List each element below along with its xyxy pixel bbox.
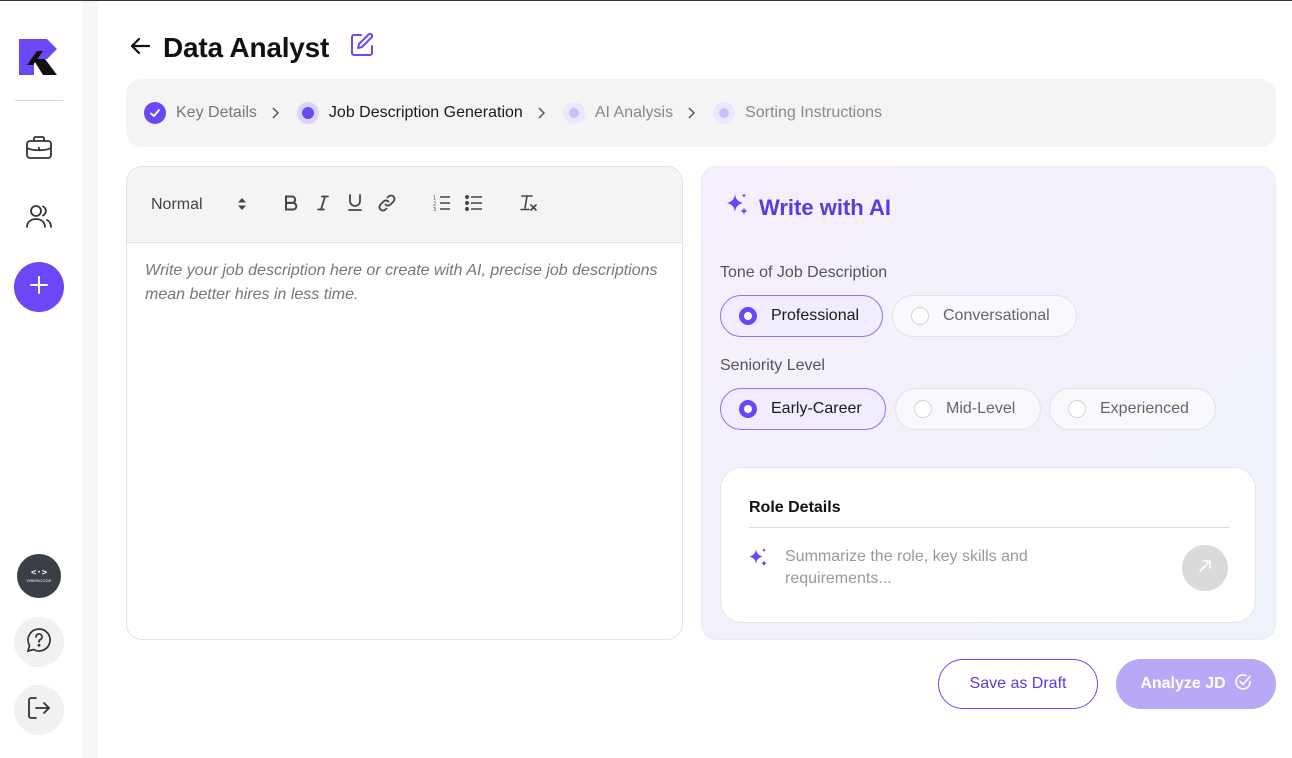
sparkle-icon <box>724 192 759 224</box>
role-details-title: Role Details <box>749 499 841 516</box>
ordered-list-icon: 123 <box>433 195 451 216</box>
arrow-left-icon <box>128 34 152 63</box>
format-select[interactable]: Normal <box>151 193 251 217</box>
step-label: Job Description Generation <box>328 104 523 121</box>
step-pending-dot <box>713 102 736 124</box>
bullet-list-button[interactable] <box>464 193 484 217</box>
chevron-right-icon <box>537 107 545 119</box>
seniority-option-label: Experienced <box>1100 400 1189 417</box>
underline-button[interactable] <box>346 193 364 217</box>
page-title: Data Analyst <box>163 32 330 63</box>
sidebar-gutter <box>82 1 98 758</box>
step-sorting-instructions[interactable]: Sorting Instructions <box>713 102 882 124</box>
italic-icon <box>317 195 329 216</box>
job-description-editor: Normal 123 Write your job description he… <box>126 166 683 640</box>
sidebar-item-jobs[interactable] <box>22 133 56 167</box>
seniority-option-mid-level[interactable]: Mid-Level <box>895 388 1041 430</box>
edit-title-button[interactable] <box>348 32 376 63</box>
help-chat-icon <box>26 627 52 658</box>
bold-button[interactable] <box>282 193 300 217</box>
seniority-option-label: Mid-Level <box>946 400 1016 417</box>
link-icon <box>378 194 396 217</box>
radio-icon <box>1068 400 1086 418</box>
analyze-jd-button[interactable]: Analyze JD <box>1116 659 1276 709</box>
tone-option-label: Conversational <box>943 307 1050 324</box>
select-arrows-icon <box>237 197 247 216</box>
tone-label: Tone of Job Description <box>720 264 888 281</box>
avatar[interactable]: <·> VIBENCODE <box>17 554 61 598</box>
sidebar-item-candidates[interactable] <box>22 201 56 235</box>
editor-textarea[interactable]: Write your job description here or creat… <box>127 243 682 323</box>
arrow-up-right-icon <box>1198 559 1212 578</box>
progress-stepper: Key Details Job Description Generation A… <box>126 79 1276 147</box>
seniority-option-early-career[interactable]: Early-Career <box>720 388 886 430</box>
bullet-list-icon <box>464 194 483 216</box>
add-job-button[interactable] <box>14 262 64 312</box>
underline-icon <box>348 194 362 216</box>
sidebar: <·> VIBENCODE <box>0 1 78 758</box>
check-circle-icon <box>1226 673 1252 696</box>
radio-selected-icon <box>739 307 757 325</box>
check-icon <box>144 102 166 124</box>
editor-toolbar: Normal 123 <box>127 167 682 243</box>
ai-panel-title: Write with AI <box>724 192 891 224</box>
sparkle-icon <box>747 547 769 574</box>
ai-title-text: Write with AI <box>759 195 891 220</box>
help-button[interactable] <box>14 617 64 667</box>
save-as-draft-button[interactable]: Save as Draft <box>938 659 1098 709</box>
step-job-description[interactable]: Job Description Generation <box>296 102 523 124</box>
step-label: AI Analysis <box>594 104 674 121</box>
step-label: Key Details <box>176 104 257 121</box>
role-details-card: Role Details Summarize the role, key ski… <box>720 467 1256 623</box>
step-active-dot <box>296 102 319 124</box>
bold-icon <box>284 195 298 216</box>
tone-option-professional[interactable]: Professional <box>720 295 883 337</box>
write-with-ai-panel: Write with AI Tone of Job Description Pr… <box>701 166 1276 640</box>
avatar-brand-text: VIBENCODE <box>26 578 52 583</box>
radio-icon <box>911 307 929 325</box>
app-logo[interactable] <box>17 37 59 77</box>
seniority-option-label: Early-Career <box>771 400 862 417</box>
clear-format-icon <box>520 194 538 217</box>
chevron-right-icon <box>687 107 696 119</box>
tone-option-label: Professional <box>771 307 860 324</box>
svg-text:3: 3 <box>433 207 436 211</box>
analyze-jd-label: Analyze JD <box>1140 675 1226 692</box>
role-details-input[interactable]: Summarize the role, key skills and requi… <box>785 546 1105 590</box>
step-ai-analysis[interactable]: AI Analysis <box>562 102 674 124</box>
tone-option-conversational[interactable]: Conversational <box>892 295 1077 337</box>
generate-button[interactable] <box>1182 545 1228 591</box>
ordered-list-button[interactable]: 123 <box>432 193 452 217</box>
briefcase-icon <box>25 135 53 166</box>
step-key-details[interactable]: Key Details <box>144 102 257 124</box>
role-details-divider <box>749 527 1229 528</box>
logout-icon <box>26 695 52 726</box>
avatar-logo-text: <·> <box>30 568 48 578</box>
plus-icon <box>29 275 49 300</box>
edit-icon <box>349 32 375 63</box>
chevron-right-icon <box>271 107 279 119</box>
step-label: Sorting Instructions <box>745 104 883 121</box>
radio-selected-icon <box>739 400 757 418</box>
step-pending-dot <box>562 102 585 124</box>
seniority-option-experienced[interactable]: Experienced <box>1049 388 1216 430</box>
logout-button[interactable] <box>14 685 64 735</box>
window-top-border <box>0 0 1292 1</box>
radio-icon <box>914 400 932 418</box>
sidebar-divider <box>15 100 63 101</box>
users-icon <box>25 203 53 234</box>
format-select-value: Normal <box>151 196 203 213</box>
link-button[interactable] <box>377 193 397 217</box>
seniority-label: Seniority Level <box>720 357 825 374</box>
italic-button[interactable] <box>314 193 332 217</box>
back-button[interactable] <box>126 34 154 62</box>
clear-format-button[interactable] <box>519 193 539 217</box>
